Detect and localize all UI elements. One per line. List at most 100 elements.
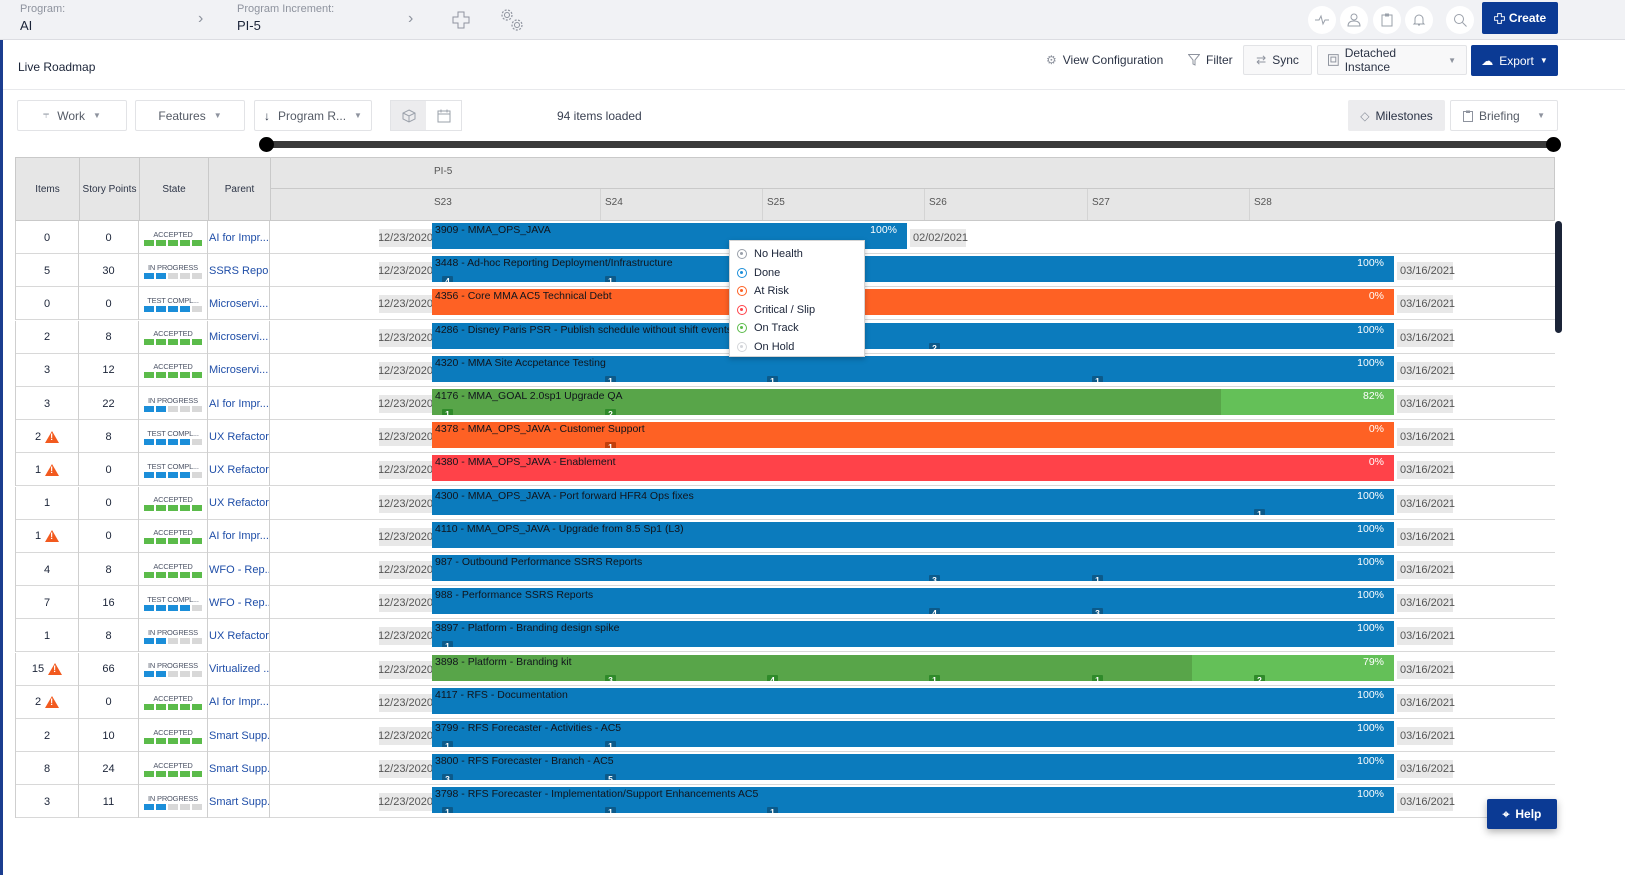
table-row[interactable]: 1 0 TEST COMPL... UX Refactor 12/23/20204380… (15, 453, 1555, 487)
features-dropdown[interactable]: Features ▼ (135, 100, 245, 131)
feature-bar[interactable]: 4110 - MMA_OPS_JAVA - Upgrade from 8.5 S… (432, 521, 1394, 548)
warning-icon[interactable] (45, 530, 60, 543)
feature-bar[interactable]: 4176 - MMA_GOAL 2.0sp1 Upgrade QA 82% 1 2 (432, 389, 1394, 415)
milestone-badge[interactable]: 3 (442, 774, 453, 781)
milestone-badge[interactable]: 4 (442, 276, 453, 283)
parent-link[interactable]: SSRS Repo... (208, 254, 270, 288)
table-row[interactable]: 2 0 ACCEPTED AI for Impr... 12/23/20204117 -… (15, 685, 1555, 719)
parent-link[interactable]: AI for Impr... (208, 387, 270, 420)
parent-link[interactable]: UX Refactor (208, 486, 270, 520)
warning-icon[interactable] (45, 696, 60, 709)
milestone-badge[interactable]: 2 (929, 342, 940, 349)
sync-button[interactable]: ⇄ Sync (1243, 45, 1312, 75)
work-dropdown[interactable]: ⫧ Work ▼ (17, 100, 127, 131)
timeline-range-slider[interactable] (266, 141, 1553, 148)
parent-link[interactable]: Smart Supp... (208, 785, 270, 819)
health-option[interactable]: On Track (730, 319, 864, 338)
chevron-right-icon[interactable]: › (198, 10, 203, 28)
settings-gears-icon[interactable] (496, 4, 528, 36)
parent-link[interactable]: AI for Impr... (208, 221, 270, 254)
health-option[interactable]: Critical / Slip (730, 301, 864, 320)
program-selector[interactable]: Program: AI (20, 3, 65, 33)
parent-link[interactable]: Virtualized ... (208, 652, 270, 686)
table-row[interactable]: 3 11 IN PROGRESS Smart Supp... 12/23/2020 379… (15, 785, 1555, 819)
health-option[interactable]: Done (730, 264, 864, 283)
health-option[interactable]: On Hold (730, 338, 864, 357)
table-row[interactable]: 3 22 IN PROGRESS AI for Impr... 12/23/2020 41… (15, 387, 1555, 420)
health-option[interactable]: No Health (730, 245, 864, 264)
vertical-scrollbar[interactable] (1555, 221, 1562, 333)
table-row[interactable]: 2 8 TEST COMPL... UX Refactor 12/23/20204378… (15, 420, 1555, 454)
feature-bar[interactable]: 4320 - MMA Site Accpetance Testing 100% 1 1… (432, 355, 1394, 382)
milestone-badge[interactable]: 1 (767, 807, 778, 814)
user-icon[interactable] (1340, 6, 1368, 34)
feature-bar[interactable]: 4356 - Core MMA AC5 Technical Debt 0% (432, 289, 1394, 316)
milestone-badge[interactable]: 1 (767, 375, 778, 382)
parent-link[interactable]: UX Refactor (208, 420, 270, 454)
feature-bar[interactable]: 4300 - MMA_OPS_JAVA - Port forward HFR4 … (432, 488, 1394, 515)
calendar-view-button[interactable] (426, 101, 461, 130)
milestones-button[interactable]: ◇ Milestones (1348, 100, 1445, 131)
milestone-badge[interactable]: 1 (442, 409, 453, 415)
milestone-badge[interactable]: 3 (929, 575, 940, 581)
table-row[interactable]: 7 16 TEST COMPL... WFO - Rep... 12/23/2020 98… (15, 586, 1555, 620)
feature-bar[interactable]: 3800 - RFS Forecaster - Branch - AC5 100%… (432, 754, 1394, 781)
chevron-right-icon[interactable]: › (408, 10, 413, 28)
milestone-badge[interactable]: 1 (1092, 575, 1103, 581)
milestone-badge[interactable]: 3 (605, 674, 616, 681)
parent-link[interactable]: UX Refactor (208, 619, 270, 653)
column-header-state[interactable]: State (140, 158, 209, 220)
export-dropdown[interactable]: ☁ Export ▼ (1471, 45, 1558, 76)
milestone-badge[interactable]: 4 (767, 674, 778, 681)
feature-bar[interactable]: 4380 - MMA_OPS_JAVA - Enablement 0% (432, 455, 1394, 482)
cube-view-button[interactable] (391, 101, 426, 130)
warning-icon[interactable] (45, 463, 60, 476)
parent-link[interactable]: Smart Supp... (208, 719, 270, 752)
create-button[interactable]: Create (1482, 2, 1558, 34)
column-header-parent[interactable]: Parent (209, 158, 271, 220)
milestone-badge[interactable]: 1 (605, 442, 616, 449)
milestone-badge[interactable]: 1 (605, 741, 616, 747)
feature-bar[interactable]: 4286 - Disney Paris PSR - Publish schedu… (432, 322, 1394, 349)
milestone-badge[interactable]: 1 (929, 674, 940, 681)
bell-icon[interactable] (1405, 6, 1433, 34)
milestone-badge[interactable]: 2 (1254, 674, 1265, 681)
table-row[interactable]: 8 24 ACCEPTED Smart Supp... 12/23/2020 3800 -… (15, 752, 1555, 786)
feature-bar[interactable]: 4378 - MMA_OPS_JAVA - Customer Support 0%… (432, 422, 1394, 449)
warning-icon[interactable] (48, 663, 63, 676)
milestone-badge[interactable]: 5 (605, 774, 616, 781)
column-header-story-points[interactable]: Story Points (80, 158, 140, 220)
parent-link[interactable]: AI for Impr... (208, 685, 270, 719)
feature-bar[interactable]: 3799 - RFS Forecaster - Activities - AC5… (432, 721, 1394, 747)
activity-icon[interactable] (1308, 6, 1336, 34)
feature-bar[interactable]: 3897 - Platform - Branding design spike 1… (432, 621, 1394, 648)
milestone-badge[interactable]: 1 (1092, 674, 1103, 681)
milestone-badge[interactable]: 1 (442, 741, 453, 747)
detached-instance-dropdown[interactable]: Detached Instance ▼ (1317, 45, 1467, 75)
column-header-items[interactable]: Items (16, 158, 80, 220)
warning-icon[interactable] (45, 430, 60, 443)
table-row[interactable]: 2 10 ACCEPTED Smart Supp... 12/23/2020 3799 -… (15, 719, 1555, 752)
range-start-handle[interactable] (259, 137, 274, 152)
add-icon[interactable] (445, 4, 477, 36)
milestone-badge[interactable]: 3 (1092, 608, 1103, 615)
parent-link[interactable]: AI for Impr... (208, 519, 270, 553)
feature-bar[interactable]: 3898 - Platform - Branding kit 79% 3 4 1 1 2 (432, 654, 1394, 681)
view-configuration-button[interactable]: ⚙ View Configuration (1036, 45, 1173, 75)
feature-bar[interactable]: 3798 - RFS Forecaster - Implementation/S… (432, 787, 1394, 814)
parent-link[interactable]: WFO - Rep... (208, 586, 270, 620)
filter-button[interactable]: Filter (1178, 45, 1243, 75)
help-button[interactable]: ⌖ Help (1487, 799, 1557, 829)
parent-link[interactable]: Microservi... (208, 320, 270, 354)
table-row[interactable]: 4 8 ACCEPTED WFO - Rep... 12/23/2020 987 - Ou… (15, 553, 1555, 586)
parent-link[interactable]: Smart Supp... (208, 752, 270, 786)
feature-bar[interactable]: 988 - Performance SSRS Reports 100% 4 3 (432, 588, 1394, 615)
program-roadmap-dropdown[interactable]: ↓ Program R... ▼ (254, 100, 372, 131)
milestone-badge[interactable]: 1 (1092, 375, 1103, 382)
feature-bar[interactable]: 3448 - Ad-hoc Reporting Deployment/Infra… (432, 256, 1394, 283)
milestone-badge[interactable]: 1 (605, 375, 616, 382)
table-row[interactable]: 1 0 ACCEPTED UX Refactor 12/23/2020 4300 - MM… (15, 486, 1555, 520)
milestone-badge[interactable]: 1 (605, 807, 616, 814)
parent-link[interactable]: WFO - Rep... (208, 553, 270, 586)
search-icon[interactable] (1446, 6, 1474, 34)
